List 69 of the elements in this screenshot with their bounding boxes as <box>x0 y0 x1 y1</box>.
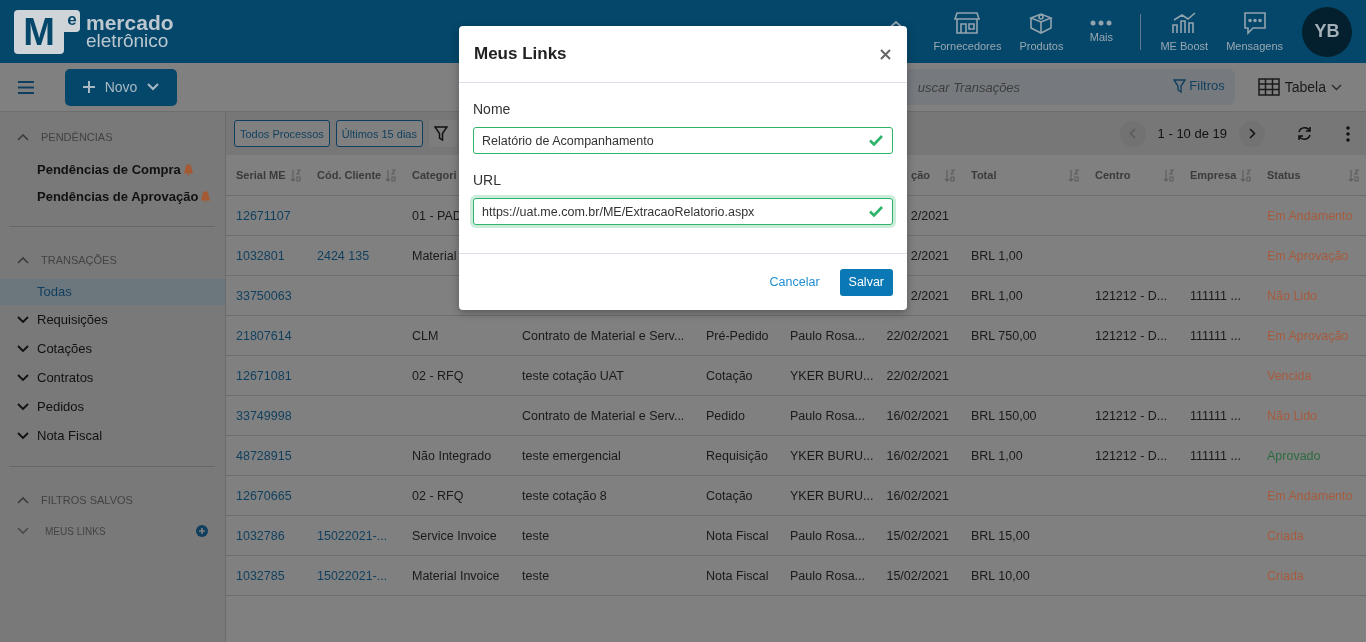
table-cell: BRL 150,00 <box>971 408 1037 423</box>
table-cell: 111111 ... <box>1190 408 1241 423</box>
table-cell: Nota Fiscal <box>706 568 769 583</box>
table-cell: Cotação <box>706 368 753 383</box>
table-cell: teste <box>522 528 550 543</box>
table-cell: CLM <box>412 328 439 343</box>
table-cell: 16/02/2021 <box>886 448 949 463</box>
table-cell: BRL 10,00 <box>971 568 1030 583</box>
table-cell: Cotação <box>706 488 753 503</box>
table-cell: 02 - RFQ <box>412 488 464 503</box>
table-cell: 2/2021 <box>910 248 949 263</box>
table-cell: BRL 15,00 <box>971 528 1030 543</box>
table-cell: Material Invoice <box>412 568 500 583</box>
status-text: Aprovado <box>1267 448 1321 463</box>
table-cell: 121212 - D... <box>1095 408 1168 423</box>
table-cell: 16/02/2021 <box>886 408 949 423</box>
table-cell: Paulo Rosa... <box>790 408 866 423</box>
status-text: Não Lido <box>1267 288 1318 303</box>
table-cell: BRL 1,00 <box>971 448 1023 463</box>
table-cell: Nota Fiscal <box>706 528 769 543</box>
table-cell: 15/02/2021 <box>886 528 949 543</box>
table-cell: Pré-Pedido <box>706 328 769 343</box>
table-cell: Requisição <box>706 448 768 463</box>
table-cell: Paulo Rosa... <box>790 328 866 343</box>
status-text: Não Lido <box>1267 408 1318 423</box>
table-cell: Material <box>412 248 457 263</box>
status-text: Vencida <box>1267 368 1312 383</box>
table-cell: BRL 1,00 <box>971 248 1023 263</box>
table-cell: Pedido <box>706 408 745 423</box>
table-cell: Não Integrado <box>412 448 492 463</box>
table-cell: 15/02/2021 <box>886 568 949 583</box>
table-cell: 111111 ... <box>1190 288 1241 303</box>
table-cell: teste cotação 8 <box>522 488 607 503</box>
table-cell: 02 - RFQ <box>412 368 464 383</box>
field-label: Nome <box>473 101 512 117</box>
status-text: Criada <box>1267 568 1304 583</box>
table-cell: Service Invoice <box>412 528 497 543</box>
field-label: URL <box>473 172 502 188</box>
brand-name: mercado <box>86 13 174 32</box>
table-cell: 16/02/2021 <box>886 488 949 503</box>
table-cell: 121212 - D... <box>1095 288 1168 303</box>
table-cell: 121212 - D... <box>1095 448 1168 463</box>
status-text: Em Aprovação <box>1267 248 1349 263</box>
table-cell: 22/02/2021 <box>886 328 949 343</box>
table-cell: YKER BURU... <box>790 368 874 383</box>
table-cell: teste emergencial <box>522 448 621 463</box>
table-cell: teste <box>522 568 550 583</box>
table-cell: teste cotação UAT <box>522 368 624 383</box>
status-text: Em Andamento <box>1267 488 1353 503</box>
table-cell: BRL 750,00 <box>971 328 1037 343</box>
table-cell: 121212 - D... <box>1095 328 1168 343</box>
pagination-text: 1 - 10 de 19 <box>1157 126 1227 141</box>
table-cell: Contrato de Material e Serv... <box>522 408 685 423</box>
status-text: Em Aprovação <box>1267 328 1349 343</box>
table-cell: 111111 ... <box>1190 448 1241 463</box>
dialog-title: Meus Links <box>474 44 567 64</box>
table-cell: YKER BURU... <box>790 448 874 463</box>
status-text: Em Andamento <box>1267 208 1353 223</box>
table-cell: Contrato de Material e Serv... <box>522 328 685 343</box>
table-cell: Paulo Rosa... <box>790 568 866 583</box>
table-cell: YKER BURU... <box>790 488 874 503</box>
table-cell: BRL 1,00 <box>971 288 1023 303</box>
status-text: Criada <box>1267 528 1304 543</box>
table-cell: 2/2021 <box>910 208 949 223</box>
table-cell: 2/2021 <box>910 288 949 303</box>
table-cell: 22/02/2021 <box>886 368 949 383</box>
table-cell: 111111 ... <box>1190 328 1241 343</box>
brand-tagline: eletrônico <box>86 31 169 50</box>
table-cell: Paulo Rosa... <box>790 528 866 543</box>
